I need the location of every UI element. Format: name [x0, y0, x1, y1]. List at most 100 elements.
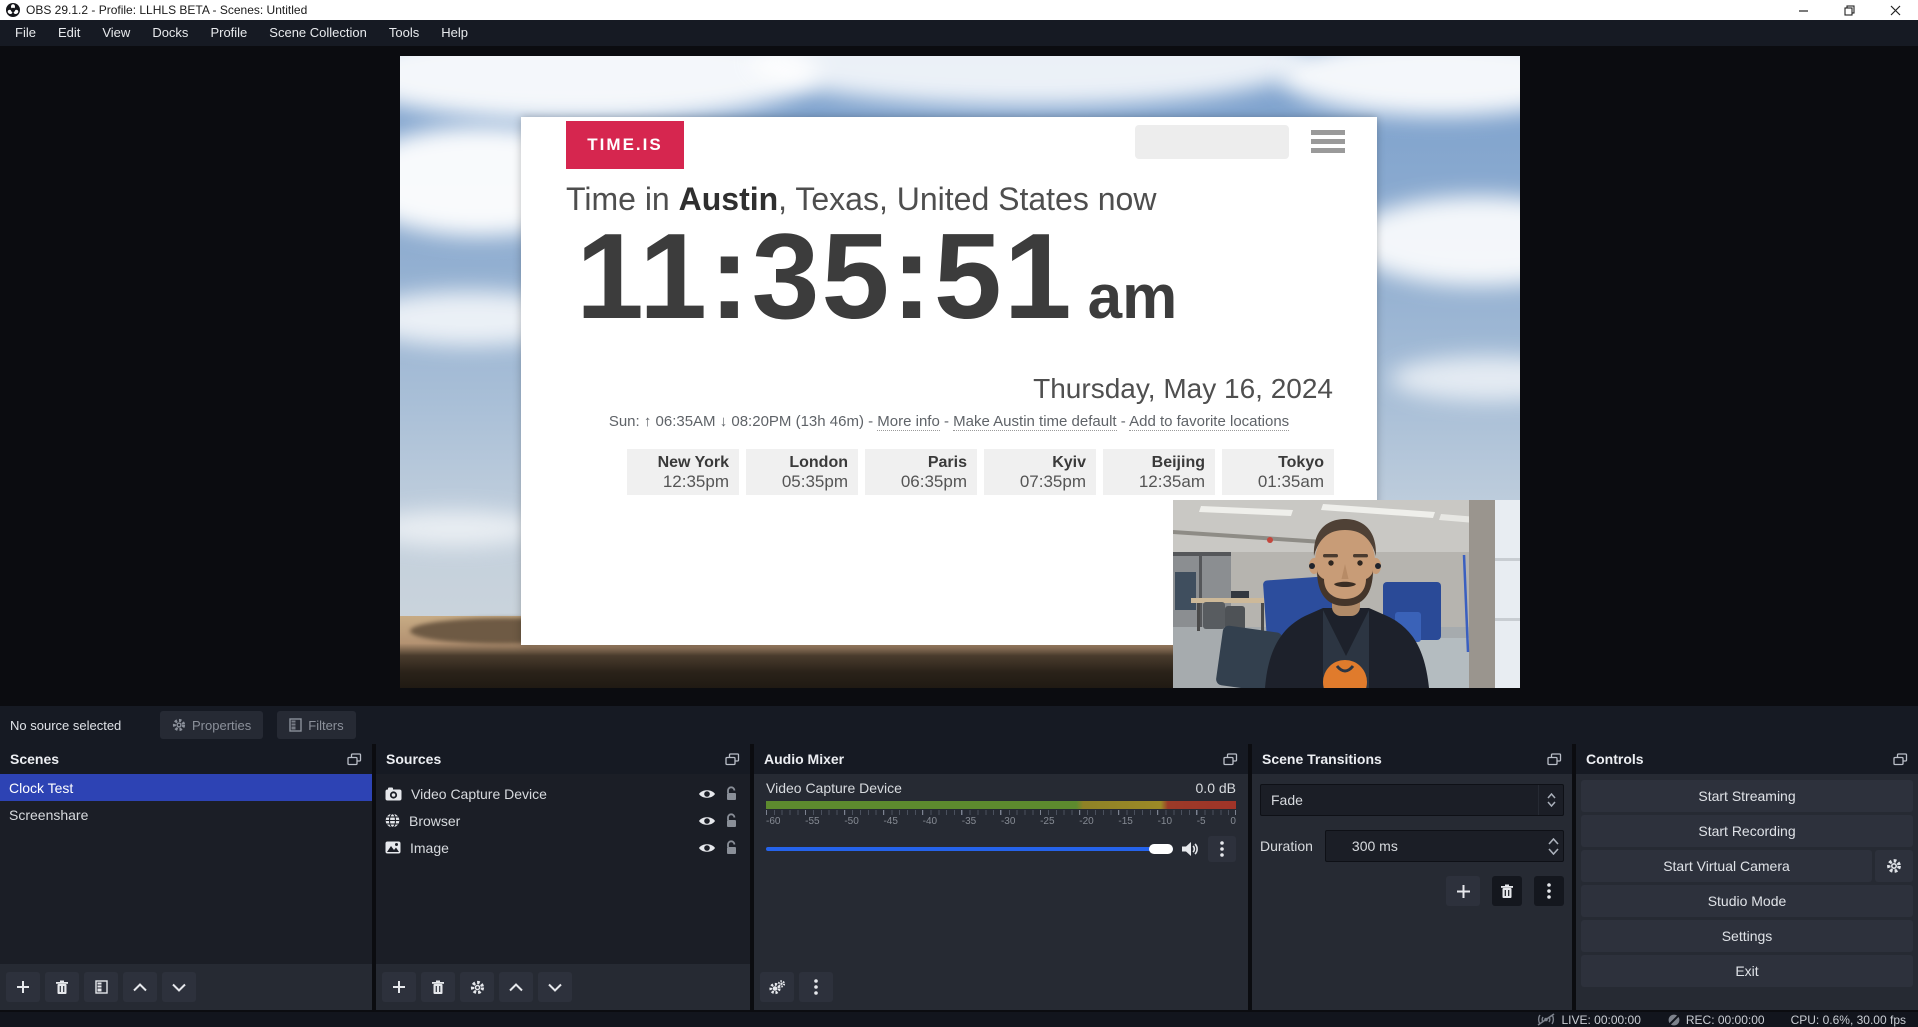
- advanced-audio-button[interactable]: [799, 972, 833, 1002]
- lock-icon[interactable]: [725, 813, 738, 828]
- popout-icon[interactable]: [1893, 753, 1908, 766]
- transition-options-button[interactable]: [1534, 876, 1564, 906]
- scene-item-clock-test[interactable]: Clock Test: [0, 774, 372, 801]
- add-favorite-link[interactable]: Add to favorite locations: [1129, 413, 1289, 431]
- speaker-icon[interactable]: [1181, 841, 1200, 857]
- make-default-link[interactable]: Make Austin time default: [953, 413, 1116, 431]
- move-scene-down-button[interactable]: [162, 972, 196, 1002]
- meter-tick-labels: -60-55-50-45-40-35-30-25-20-15-10-50: [766, 816, 1236, 827]
- visibility-eye-icon[interactable]: [698, 788, 716, 800]
- properties-button[interactable]: Properties: [160, 711, 263, 739]
- remove-scene-button[interactable]: [45, 972, 79, 1002]
- cloud-shape: [1390, 356, 1520, 401]
- remove-transition-button[interactable]: [1492, 876, 1522, 906]
- add-source-button[interactable]: [382, 972, 416, 1002]
- add-scene-button[interactable]: [6, 972, 40, 1002]
- scenes-header: Scenes: [0, 744, 372, 774]
- sources-list: Video Capture Device Browser Image: [376, 774, 750, 964]
- preview-canvas[interactable]: TIME.IS Time in Austin, Texas, United St…: [0, 46, 1918, 706]
- panel-title: Scenes: [10, 751, 59, 767]
- obs-window: OBS 29.1.2 - Profile: LLHLS BETA - Scene…: [0, 0, 1918, 1027]
- exit-button[interactable]: Exit: [1581, 955, 1913, 987]
- sun-times: Sun: ↑ 06:35AM ↓ 08:20PM (13h 46m) -: [609, 413, 877, 430]
- rec-status: REC: 00:00:00: [1667, 1013, 1765, 1027]
- channel-options-button[interactable]: [1208, 836, 1236, 862]
- move-source-down-button[interactable]: [538, 972, 572, 1002]
- add-transition-button[interactable]: [1446, 876, 1480, 906]
- source-properties-button[interactable]: [460, 972, 494, 1002]
- source-item-video-capture[interactable]: Video Capture Device: [376, 780, 750, 807]
- scenes-list: Clock Test Screenshare: [0, 774, 372, 964]
- mixer-toolbar: [760, 972, 833, 1002]
- remove-source-button[interactable]: [421, 972, 455, 1002]
- start-recording-button[interactable]: Start Recording: [1581, 815, 1913, 847]
- filters-icon: [289, 718, 302, 732]
- popout-icon[interactable]: [725, 753, 740, 766]
- studio-mode-button[interactable]: Studio Mode: [1581, 885, 1913, 917]
- panel-title: Sources: [386, 751, 441, 767]
- close-button[interactable]: [1872, 0, 1918, 20]
- scene-filters-button[interactable]: [84, 972, 118, 1002]
- search-input[interactable]: [1135, 125, 1289, 159]
- lock-icon[interactable]: [725, 786, 738, 801]
- minimize-button[interactable]: [1780, 0, 1826, 20]
- move-scene-up-button[interactable]: [123, 972, 157, 1002]
- city-card[interactable]: Tokyo01:35am: [1222, 449, 1334, 495]
- spinbox-steppers-icon[interactable]: [1548, 831, 1559, 861]
- city-card[interactable]: London05:35pm: [746, 449, 858, 495]
- timeis-logo[interactable]: TIME.IS: [566, 121, 684, 169]
- virtual-camera-settings-button[interactable]: [1875, 850, 1913, 882]
- city-card[interactable]: Kyiv07:35pm: [984, 449, 1096, 495]
- lock-icon[interactable]: [725, 840, 738, 855]
- volume-slider[interactable]: [766, 847, 1173, 851]
- city-card[interactable]: New York12:35pm: [627, 449, 739, 495]
- popout-icon[interactable]: [1223, 753, 1238, 766]
- controls-panel: Controls Start Streaming Start Recording…: [1576, 744, 1918, 1010]
- transition-dropdown[interactable]: Fade: [1260, 784, 1564, 816]
- sources-header: Sources: [376, 744, 750, 774]
- cloud-shape: [750, 56, 1310, 106]
- popout-icon[interactable]: [1547, 753, 1562, 766]
- webcam-overlay: [1173, 500, 1520, 688]
- volume-slider-handle[interactable]: [1149, 844, 1173, 854]
- move-source-up-button[interactable]: [499, 972, 533, 1002]
- panel-title: Audio Mixer: [764, 751, 844, 767]
- menu-docks[interactable]: Docks: [141, 20, 199, 46]
- menu-tools[interactable]: Tools: [378, 20, 430, 46]
- image-icon: [385, 841, 401, 854]
- scene-item-screenshare[interactable]: Screenshare: [0, 801, 372, 828]
- channel-level: 0.0 dB: [1196, 780, 1236, 796]
- menu-scene-collection[interactable]: Scene Collection: [258, 20, 378, 46]
- popout-icon[interactable]: [347, 753, 362, 766]
- menu-help[interactable]: Help: [430, 20, 479, 46]
- window-title: OBS 29.1.2 - Profile: LLHLS BETA - Scene…: [26, 3, 307, 17]
- cloud-shape: [400, 511, 540, 546]
- visibility-eye-icon[interactable]: [698, 815, 716, 827]
- record-inactive-icon: [1667, 1013, 1681, 1027]
- visibility-eye-icon[interactable]: [698, 842, 716, 854]
- globe-icon: [385, 813, 400, 828]
- filters-button[interactable]: Filters: [277, 711, 355, 739]
- status-bar: LIVE: 00:00:00 REC: 00:00:00 CPU: 0.6%, …: [0, 1012, 1918, 1027]
- city-card[interactable]: Beijing12:35am: [1103, 449, 1215, 495]
- duration-spinbox[interactable]: 300 ms: [1325, 830, 1564, 862]
- city-card[interactable]: Paris06:35pm: [865, 449, 977, 495]
- transitions-header: Scene Transitions: [1252, 744, 1572, 774]
- source-item-browser[interactable]: Browser: [376, 807, 750, 834]
- live-status: LIVE: 00:00:00: [1536, 1013, 1640, 1027]
- restore-button[interactable]: [1826, 0, 1872, 20]
- hamburger-menu-icon[interactable]: [1311, 130, 1345, 153]
- settings-button[interactable]: Settings: [1581, 920, 1913, 952]
- start-virtual-camera-button[interactable]: Start Virtual Camera: [1581, 850, 1872, 882]
- menu-profile[interactable]: Profile: [199, 20, 258, 46]
- menu-file[interactable]: File: [4, 20, 47, 46]
- menu-view[interactable]: View: [91, 20, 141, 46]
- start-streaming-button[interactable]: Start Streaming: [1581, 780, 1913, 812]
- mixer-settings-button[interactable]: [760, 972, 794, 1002]
- video-frame[interactable]: TIME.IS Time in Austin, Texas, United St…: [400, 56, 1520, 688]
- meter-ticks: [766, 810, 1236, 815]
- more-info-link[interactable]: More info: [877, 413, 940, 431]
- menu-edit[interactable]: Edit: [47, 20, 91, 46]
- source-item-image[interactable]: Image: [376, 834, 750, 861]
- time-digits: 11:35:51: [576, 209, 1074, 343]
